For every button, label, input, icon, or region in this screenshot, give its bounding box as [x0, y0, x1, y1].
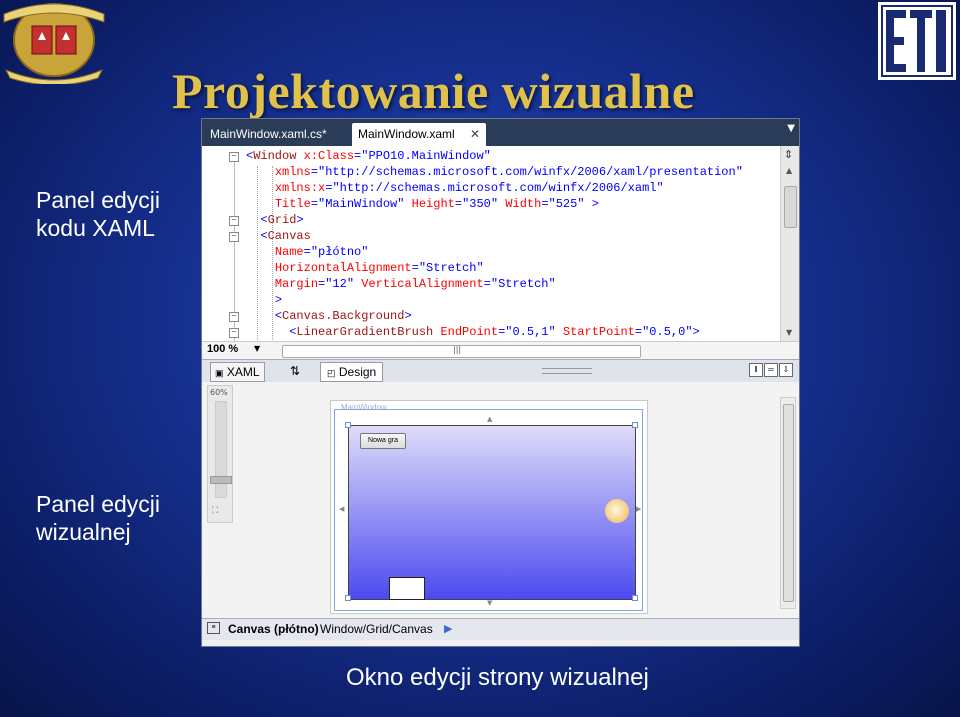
margin-arrow-right-icon: ▶: [636, 505, 642, 513]
document-outline-icon[interactable]: ≡: [207, 622, 220, 634]
horizontal-split-icon[interactable]: ═: [764, 363, 778, 377]
label-bottom-caption: Okno edycji strony wizualnej: [346, 664, 649, 691]
scroll-thumb[interactable]: [784, 186, 797, 228]
designer-window-frame[interactable]: MainWindow Nowa gra ▲ ▼ ◀ ▶: [330, 400, 648, 614]
code-text: <Grid>: [260, 213, 304, 227]
xaml-code-editor[interactable]: − <Window x:Class="PPO10.MainWindow" xmln…: [202, 146, 780, 341]
resize-handle[interactable]: [632, 595, 638, 601]
code-text: HorizontalAlignment="Stretch": [274, 261, 484, 275]
scroll-thumb[interactable]: [783, 404, 794, 602]
tab-xaml-view[interactable]: ▣ XAML: [210, 362, 265, 382]
university-seal-logo: [0, 0, 108, 86]
resize-handle[interactable]: [345, 422, 351, 428]
collapse-toggle-icon[interactable]: −: [229, 328, 239, 338]
ide-window: MainWindow.xaml.cs* MainWindow.xaml ✕ ▼ …: [201, 118, 800, 647]
code-line[interactable]: Name="płótno": [202, 244, 780, 260]
code-text: <LinearGradientBrush EndPoint="0.5,1" St…: [289, 325, 700, 339]
new-game-button[interactable]: Nowa gra: [360, 433, 406, 449]
code-text: <Canvas: [260, 229, 311, 243]
code-text: xmlns:x="http://schemas.microsoft.com/wi…: [274, 181, 664, 195]
scroll-grip-icon: |||: [453, 345, 462, 354]
ball-ellipse[interactable]: [605, 499, 629, 523]
chevron-right-icon[interactable]: ▶: [444, 622, 452, 635]
code-line[interactable]: − <Canvas: [202, 228, 780, 244]
tab-label: MainWindow.xaml: [358, 127, 455, 141]
paddle-rectangle[interactable]: [389, 577, 425, 600]
collapse-toggle-icon[interactable]: −: [229, 216, 239, 226]
code-line[interactable]: − <LinearGradientBrush EndPoint="0.5,1" …: [202, 324, 780, 340]
tab-design-label: Design: [338, 365, 377, 379]
eti-logo: [878, 2, 956, 80]
tab-mainwindow-cs[interactable]: MainWindow.xaml.cs*: [204, 123, 333, 146]
split-grip[interactable]: [542, 368, 592, 374]
zoom-dropdown-icon[interactable]: ▼: [254, 344, 260, 353]
tab-xaml-label: XAML: [226, 365, 260, 379]
code-text: Title="MainWindow" Height="350" Width="5…: [274, 197, 599, 211]
editor-zoom-bar: 100 % ▼ |||: [202, 341, 799, 359]
code-text: Name="płótno": [274, 245, 369, 259]
code-horizontal-scrollbar[interactable]: |||: [282, 345, 641, 358]
label-visual-panel: Panel edycji wizualnej: [36, 490, 160, 546]
code-line[interactable]: − <Window x:Class="PPO10.MainWindow": [202, 148, 780, 164]
designer-status-bar: ≡ Canvas (płótno) Window/Grid/Canvas ▶: [202, 618, 799, 640]
swap-panes-icon[interactable]: ⇅: [290, 362, 300, 380]
tab-label: MainWindow.xaml.cs*: [210, 127, 327, 141]
collapse-toggle-icon[interactable]: −: [229, 312, 239, 322]
code-text: <Canvas.Background>: [274, 309, 412, 323]
code-text: <Window x:Class="PPO10.MainWindow": [246, 149, 491, 163]
document-tab-bar: MainWindow.xaml.cs* MainWindow.xaml ✕ ▼: [202, 119, 799, 146]
element-path-breadcrumb[interactable]: Window/Grid/Canvas: [320, 622, 433, 636]
code-line[interactable]: − <Grid>: [202, 212, 780, 228]
visual-designer[interactable]: 60% ⛶ MainWindow Nowa gra ▲ ▼ ◀ ▶: [202, 382, 799, 618]
zoom-to-fit-icon[interactable]: ⛶: [212, 506, 218, 516]
slider-thumb[interactable]: [210, 476, 232, 484]
code-line[interactable]: − <Canvas.Background>: [202, 308, 780, 324]
label-xaml-line-2: kodu XAML: [36, 215, 155, 241]
collapse-pane-icon[interactable]: ⇩: [779, 363, 793, 377]
code-line[interactable]: Title="MainWindow" Height="350" Width="5…: [202, 196, 780, 212]
canvas-plotno[interactable]: Nowa gra: [348, 425, 636, 600]
designer-zoom-value: 60%: [210, 388, 228, 397]
design-icon: ◰: [327, 368, 336, 378]
code-vertical-scrollbar[interactable]: ⇕ ▲ ▼: [780, 146, 799, 341]
designer-vertical-scrollbar[interactable]: [780, 397, 796, 609]
view-split-bar: ▣ XAML ⇅ ◰ Design ‖ ═ ⇩: [202, 359, 799, 383]
code-text: xmlns="http://schemas.microsoft.com/winf…: [274, 165, 743, 179]
label-xaml-line-1: Panel edycji: [36, 187, 161, 213]
vertical-split-icon[interactable]: ‖: [749, 363, 763, 377]
code-text: >: [274, 293, 283, 307]
tab-design-view[interactable]: ◰ Design: [320, 362, 384, 382]
label-visual-line-1: Panel edycji: [36, 491, 161, 517]
label-visual-line-2: wizualnej: [36, 519, 131, 545]
code-line[interactable]: Margin="12" VerticalAlignment="Stretch": [202, 276, 780, 292]
designer-zoom-slider[interactable]: 60% ⛶: [207, 385, 233, 523]
selected-element-label[interactable]: Canvas (płótno): [228, 622, 319, 636]
split-editor-icon[interactable]: ⇕: [784, 148, 793, 161]
margin-arrow-left-icon: ◀: [339, 505, 345, 513]
resize-handle[interactable]: [632, 422, 638, 428]
code-line[interactable]: HorizontalAlignment="Stretch": [202, 260, 780, 276]
tab-list-dropdown-icon[interactable]: ▼: [787, 123, 795, 134]
xaml-icon: ▣: [215, 368, 224, 378]
slide-title: Projektowanie wizualne: [172, 63, 695, 119]
code-text: Margin="12" VerticalAlignment="Stretch": [274, 277, 556, 291]
code-line[interactable]: xmlns:x="http://schemas.microsoft.com/wi…: [202, 180, 780, 196]
margin-arrow-top-icon: ▲: [487, 415, 493, 423]
label-xaml-panel: Panel edycji kodu XAML: [36, 186, 160, 242]
scroll-down-icon[interactable]: ▼: [786, 328, 792, 337]
zoom-value[interactable]: 100 %: [207, 343, 238, 355]
code-line[interactable]: >: [202, 292, 780, 308]
collapse-toggle-icon[interactable]: −: [229, 152, 239, 162]
collapse-toggle-icon[interactable]: −: [229, 232, 239, 242]
close-icon[interactable]: ✕: [470, 123, 480, 146]
resize-handle[interactable]: [345, 595, 351, 601]
tab-mainwindow-xaml[interactable]: MainWindow.xaml ✕: [352, 123, 486, 146]
margin-arrow-bottom-icon: ▼: [487, 599, 493, 607]
code-line[interactable]: xmlns="http://schemas.microsoft.com/winf…: [202, 164, 780, 180]
scroll-up-icon[interactable]: ▲: [786, 166, 792, 175]
